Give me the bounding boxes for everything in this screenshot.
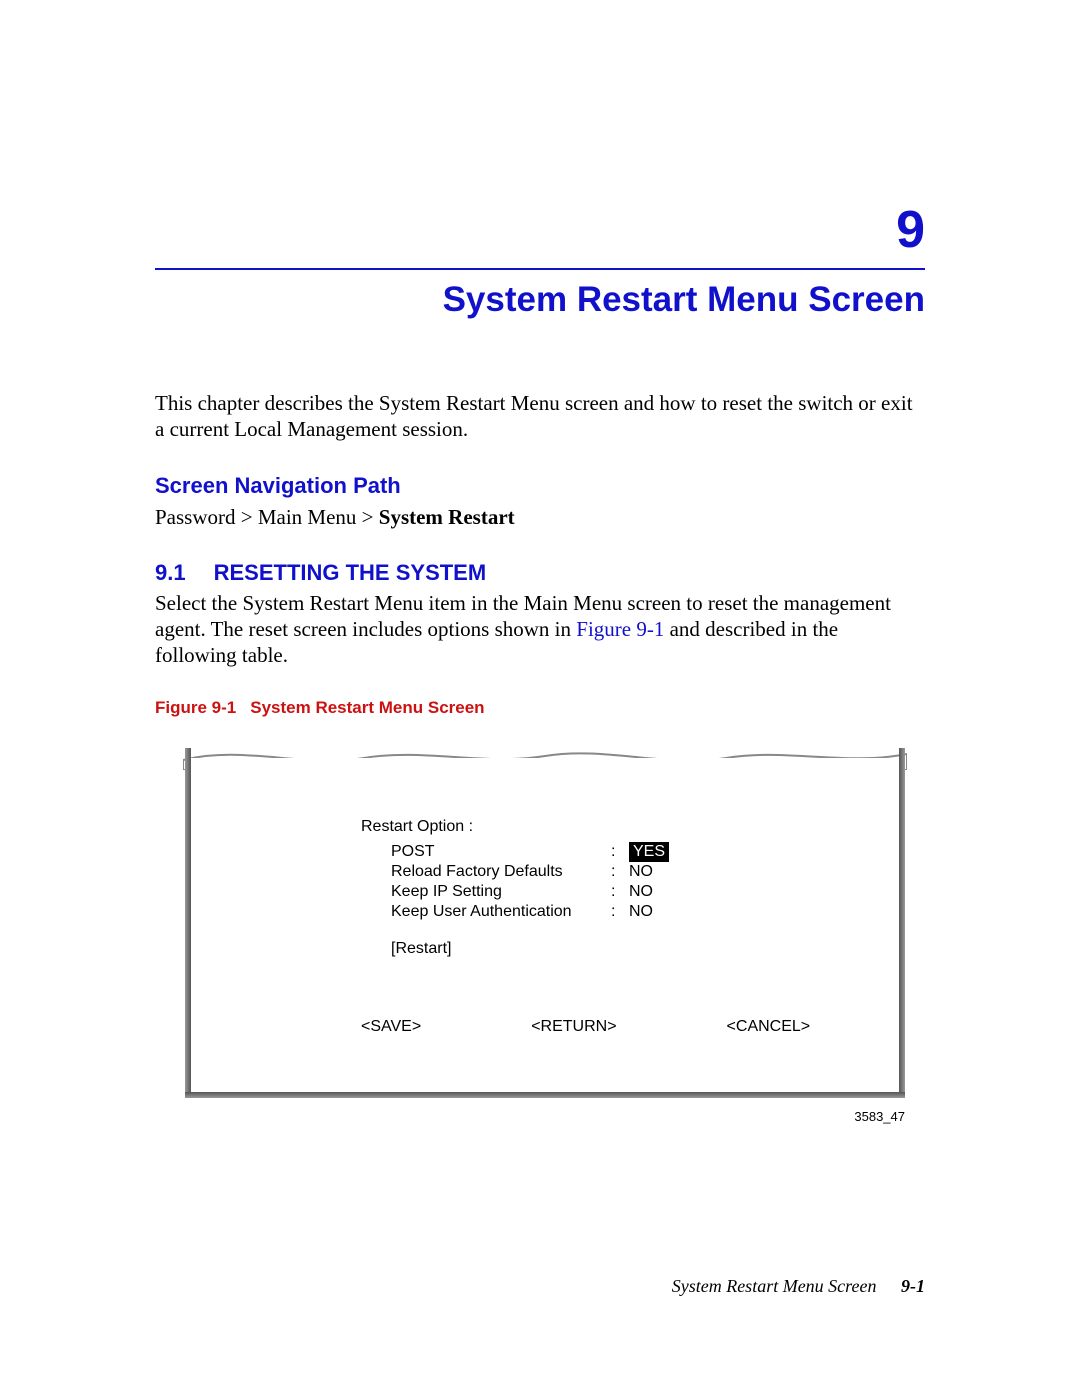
figure-border-bottom <box>185 1092 905 1098</box>
option-value-keepip[interactable]: NO <box>629 882 653 902</box>
cancel-command[interactable]: <CANCEL> <box>727 1018 811 1036</box>
figure-caption: Figure 9-1 System Restart Menu Screen <box>155 698 925 718</box>
restart-button[interactable]: [Restart] <box>391 940 859 958</box>
page-footer: System Restart Menu Screen 9-1 <box>672 1276 925 1297</box>
save-command[interactable]: <SAVE> <box>361 1018 421 1036</box>
figure-container: Restart Option : POST : YES Reload Facto… <box>185 748 905 1098</box>
intro-paragraph: This chapter describes the System Restar… <box>155 390 925 443</box>
option-row-post: POST : YES <box>391 842 859 862</box>
chapter-title: System Restart Menu Screen <box>155 280 925 320</box>
nav-path-prefix: Password > Main Menu > <box>155 505 379 529</box>
option-label: Reload Factory Defaults <box>391 862 611 882</box>
option-colon: : <box>611 902 629 922</box>
option-label: Keep IP Setting <box>391 882 611 902</box>
option-colon: : <box>611 862 629 882</box>
option-colon: : <box>611 842 629 862</box>
chapter-number: 9 <box>155 200 925 260</box>
restart-option-label: Restart Option : <box>361 818 859 836</box>
option-row-keepauth: Keep User Authentication : NO <box>391 902 859 922</box>
section-title: RESETTING THE SYSTEM <box>214 560 487 585</box>
command-row: <SAVE> <RETURN> <CANCEL> <box>361 1018 859 1036</box>
option-row-keepip: Keep IP Setting : NO <box>391 882 859 902</box>
figure-caption-number: Figure 9-1 <box>155 698 236 717</box>
nav-path: Password > Main Menu > System Restart <box>155 505 925 530</box>
option-value-keepauth[interactable]: NO <box>629 902 653 922</box>
figure-border-right <box>899 748 905 1098</box>
option-label: Keep User Authentication <box>391 902 611 922</box>
options-table: POST : YES Reload Factory Defaults : NO … <box>391 842 859 922</box>
footer-title: System Restart Menu Screen <box>672 1276 877 1296</box>
nav-path-heading: Screen Navigation Path <box>155 473 925 499</box>
section-heading: 9.1 RESETTING THE SYSTEM <box>155 560 925 586</box>
footer-page-number: 9-1 <box>901 1276 925 1296</box>
figure-id-label: 3583_47 <box>854 1109 905 1124</box>
figure-reference-link[interactable]: Figure 9-1 <box>576 617 664 641</box>
title-rule <box>155 268 925 270</box>
section-paragraph: Select the System Restart Menu item in t… <box>155 590 925 669</box>
section-number: 9.1 <box>155 560 186 586</box>
nav-path-current: System Restart <box>379 505 515 529</box>
document-page: 9 System Restart Menu Screen This chapte… <box>0 0 1080 1397</box>
option-label: POST <box>391 842 611 862</box>
option-value-post[interactable]: YES <box>629 842 669 862</box>
figure-screen: Restart Option : POST : YES Reload Facto… <box>191 758 899 1092</box>
option-colon: : <box>611 882 629 902</box>
return-command[interactable]: <RETURN> <box>531 1018 616 1036</box>
option-row-reload: Reload Factory Defaults : NO <box>391 862 859 882</box>
option-value-reload[interactable]: NO <box>629 862 653 882</box>
figure-caption-title: System Restart Menu Screen <box>250 698 484 717</box>
